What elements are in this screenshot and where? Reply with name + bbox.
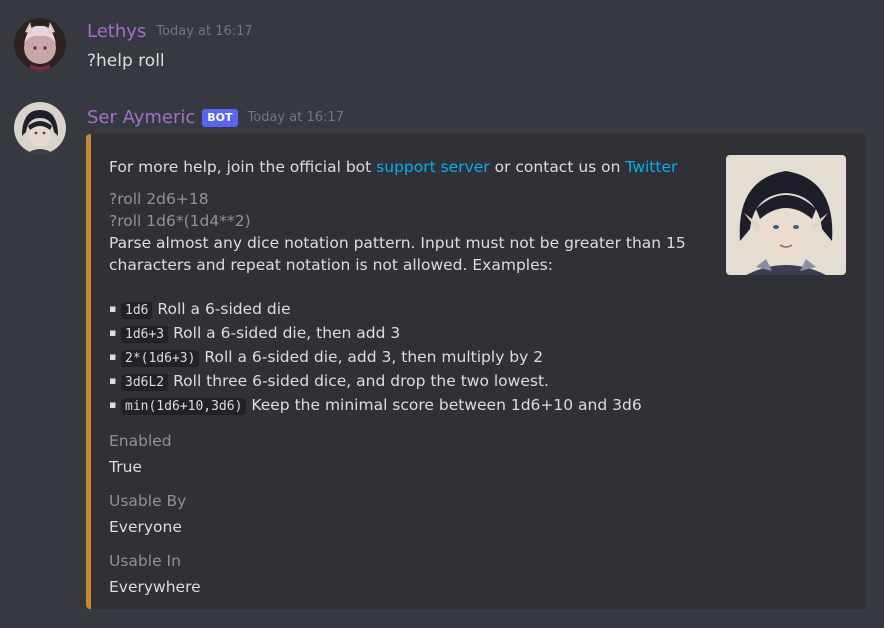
field-value-usable-by: Everyone (109, 518, 182, 536)
description: Parse almost any dice notation pattern. … (109, 234, 686, 274)
code-snippet: 1d6+3 (121, 326, 169, 343)
list-item: 1d6+3 Roll a 6-sided die, then add 3 (109, 322, 709, 346)
field-value-enabled: True (109, 458, 142, 476)
field-value-usable-in: Everywhere (109, 578, 201, 596)
intro-middle: or contact us on (494, 158, 621, 176)
example-text: Roll a 6-sided die, then add 3 (173, 324, 401, 342)
author-name[interactable]: Lethys (87, 21, 146, 42)
usage-block: ?roll 2d6+18 ?roll 1d6*(1d4**2) Parse al… (109, 188, 709, 276)
twitter-link[interactable]: Twitter (625, 158, 677, 176)
embed-body: For more help, join the official bot sup… (109, 156, 709, 598)
code-snippet: min(1d6+10,3d6) (121, 398, 247, 415)
author-line: Lethys Today at 16:17 (87, 21, 253, 42)
list-item: 1d6 Roll a 6-sided die (109, 298, 709, 322)
example-list: 1d6 Roll a 6-sided die 1d6+3 Roll a 6-si… (109, 298, 709, 418)
list-item: min(1d6+10,3d6) Keep the minimal score b… (109, 394, 709, 418)
author-name[interactable]: Ser Aymeric (87, 107, 195, 128)
author-line: Ser Aymeric BOT Today at 16:17 (87, 107, 344, 128)
support-server-link[interactable]: support server (376, 158, 490, 176)
intro-prefix: For more help, join the official bot (109, 158, 372, 176)
code-snippet: 3d6L2 (121, 374, 169, 391)
list-item: 3d6L2 Roll three 6-sided dice, and drop … (109, 370, 709, 394)
field-name-usable-in: Usable In (109, 552, 181, 570)
example-text: Roll a 6-sided die, add 3, then multiply… (204, 348, 544, 366)
usage-line: ?roll 2d6+18 (109, 190, 209, 208)
timestamp[interactable]: Today at 16:17 (156, 24, 252, 39)
embed-intro: For more help, join the official bot sup… (109, 156, 709, 178)
usage-line: ?roll 1d6*(1d4**2) (109, 212, 251, 230)
message-content: ?help roll (87, 51, 165, 71)
field-name-enabled: Enabled (109, 432, 172, 450)
list-item: 2*(1d6+3) Roll a 6-sided die, add 3, the… (109, 346, 709, 370)
timestamp[interactable]: Today at 16:17 (248, 110, 344, 125)
message-lethys: Lethys Today at 16:17 ?help roll (0, 0, 884, 90)
embed-thumbnail[interactable] (726, 155, 846, 275)
code-snippet: 2*(1d6+3) (121, 350, 200, 367)
bot-badge: BOT (202, 108, 238, 127)
example-text: Roll a 6-sided die (157, 300, 291, 318)
avatar[interactable] (14, 18, 66, 70)
example-text: Roll three 6-sided dice, and drop the tw… (173, 372, 549, 390)
embed: For more help, join the official bot sup… (86, 134, 866, 609)
code-snippet: 1d6 (121, 302, 153, 319)
avatar[interactable] (14, 102, 66, 154)
example-text: Keep the minimal score between 1d6+10 an… (251, 396, 642, 414)
field-name-usable-by: Usable By (109, 492, 187, 510)
